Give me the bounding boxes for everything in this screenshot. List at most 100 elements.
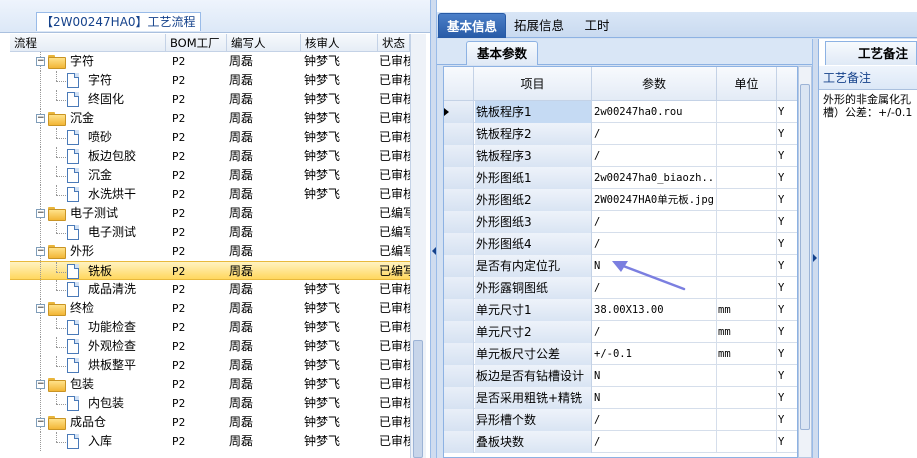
- param-flag-cell[interactable]: Y: [777, 167, 797, 189]
- col-header-status[interactable]: 状态: [378, 34, 410, 52]
- row-indicator[interactable]: [444, 255, 474, 277]
- row-indicator[interactable]: [444, 145, 474, 167]
- param-row[interactable]: 单元尺寸2/mm Y: [444, 321, 797, 343]
- param-flag-cell[interactable]: Y: [777, 233, 797, 255]
- tree-step-row[interactable]: 烘板整平 P2 周磊 钟梦飞 已审核: [10, 356, 410, 375]
- param-flag-cell[interactable]: Y: [777, 123, 797, 145]
- collapse-toggle-icon[interactable]: −: [36, 57, 45, 66]
- tree-step-row[interactable]: 字符 P2 周磊 钟梦飞 已审核: [10, 71, 410, 90]
- tree-step-row[interactable]: 水洗烘干 P2 周磊 钟梦飞 已审核: [10, 185, 410, 204]
- row-indicator[interactable]: [444, 233, 474, 255]
- param-unit-cell[interactable]: [717, 387, 777, 409]
- tree-step-row[interactable]: 板边包胶 P2 周磊 钟梦飞 已审核: [10, 147, 410, 166]
- param-value-cell[interactable]: /: [592, 409, 717, 431]
- param-row[interactable]: 外形图纸3/ Y: [444, 211, 797, 233]
- col-header-bom-factory[interactable]: BOM工厂: [166, 34, 227, 52]
- row-indicator[interactable]: [444, 189, 474, 211]
- row-indicator[interactable]: [444, 409, 474, 431]
- param-flag-cell[interactable]: Y: [777, 277, 797, 299]
- param-row[interactable]: 外形图纸2 2W00247HA0单元板.jpg Y: [444, 189, 797, 211]
- param-row[interactable]: 单元板尺寸公差 +/-0.1 mm Y: [444, 343, 797, 365]
- row-indicator[interactable]: [444, 123, 474, 145]
- tree-group-row[interactable]: − 电子测试 P2 周磊 已编写: [10, 204, 410, 223]
- row-indicator[interactable]: [444, 387, 474, 409]
- param-value-cell[interactable]: /: [592, 145, 717, 167]
- param-row[interactable]: 是否采用粗铣+精铣 N Y: [444, 387, 797, 409]
- param-row[interactable]: 单元尺寸1 38.00X13.00 mm Y: [444, 299, 797, 321]
- collapse-toggle-icon[interactable]: −: [36, 114, 45, 123]
- row-indicator[interactable]: [444, 431, 474, 453]
- param-unit-cell[interactable]: mm: [717, 343, 777, 365]
- tree-group-row[interactable]: − 外形 P2 周磊 已编写: [10, 242, 410, 261]
- param-col-header-flag[interactable]: [777, 67, 797, 101]
- row-indicator[interactable]: [444, 101, 474, 123]
- param-flag-cell[interactable]: Y: [777, 409, 797, 431]
- collapse-toggle-icon[interactable]: −: [36, 418, 45, 427]
- param-unit-cell[interactable]: [717, 409, 777, 431]
- param-row[interactable]: 铣板程序1 2w00247ha0.rou Y: [444, 101, 797, 123]
- param-flag-cell[interactable]: Y: [777, 321, 797, 343]
- collapse-toggle-icon[interactable]: −: [36, 304, 45, 313]
- param-flag-cell[interactable]: Y: [777, 189, 797, 211]
- param-unit-cell[interactable]: [717, 211, 777, 233]
- param-unit-cell[interactable]: [717, 145, 777, 167]
- param-col-header-param[interactable]: 参数: [592, 67, 717, 101]
- param-unit-cell[interactable]: [717, 123, 777, 145]
- col-header-process[interactable]: 流程: [10, 34, 166, 52]
- param-scrollbar-thumb[interactable]: [800, 84, 810, 430]
- process-notes-tab[interactable]: 工艺备注: [825, 41, 917, 65]
- param-flag-cell[interactable]: Y: [777, 387, 797, 409]
- collapse-toggle-icon[interactable]: −: [36, 380, 45, 389]
- param-value-cell[interactable]: 2W00247HA0单元板.jpg: [592, 189, 717, 211]
- param-value-cell[interactable]: 2w00247ha0.rou: [592, 101, 717, 123]
- param-row[interactable]: 叠板块数 / Y: [444, 431, 797, 453]
- row-indicator[interactable]: [444, 321, 474, 343]
- tab-work-hours[interactable]: 工时: [576, 13, 618, 38]
- param-unit-cell[interactable]: mm: [717, 321, 777, 343]
- param-unit-cell[interactable]: [717, 189, 777, 211]
- param-unit-cell[interactable]: [717, 101, 777, 123]
- param-value-cell[interactable]: /: [592, 123, 717, 145]
- tree-step-row[interactable]: 功能检查 P2 周磊 钟梦飞 已审核: [10, 318, 410, 337]
- param-col-header-item[interactable]: 项目: [474, 67, 592, 101]
- param-flag-cell[interactable]: Y: [777, 431, 797, 453]
- param-unit-cell[interactable]: mm: [717, 299, 777, 321]
- param-flag-cell[interactable]: Y: [777, 343, 797, 365]
- collapse-left-arrow-icon[interactable]: [432, 247, 436, 255]
- row-indicator[interactable]: [444, 343, 474, 365]
- row-indicator[interactable]: [444, 211, 474, 233]
- param-flag-cell[interactable]: Y: [777, 211, 797, 233]
- row-indicator[interactable]: [444, 365, 474, 387]
- tree-group-row[interactable]: − 成品仓 P2 周磊 钟梦飞 已审核: [10, 413, 410, 432]
- param-flag-cell[interactable]: Y: [777, 255, 797, 277]
- param-value-cell[interactable]: /: [592, 211, 717, 233]
- param-unit-cell[interactable]: [717, 365, 777, 387]
- param-value-cell[interactable]: /: [592, 321, 717, 343]
- param-value-cell[interactable]: N: [592, 387, 717, 409]
- param-flag-cell[interactable]: Y: [777, 299, 797, 321]
- param-unit-cell[interactable]: [717, 277, 777, 299]
- process-notes-text[interactable]: 外形的非金属化孔 槽）公差：+/-0.1: [823, 93, 917, 119]
- collapse-toggle-icon[interactable]: −: [36, 247, 45, 256]
- tree-step-row[interactable]: 沉金 P2 周磊 钟梦飞 已审核: [10, 166, 410, 185]
- tree-scrollbar-thumb[interactable]: [413, 340, 423, 458]
- row-indicator[interactable]: [444, 299, 474, 321]
- tree-step-row[interactable]: 成品清洗 P2 周磊 钟梦飞 已审核: [10, 280, 410, 299]
- param-value-cell[interactable]: /: [592, 431, 717, 453]
- collapse-notes-arrow-icon[interactable]: [813, 254, 817, 262]
- panel-splitter[interactable]: [430, 0, 437, 458]
- col-header-author[interactable]: 编写人: [227, 34, 301, 52]
- param-flag-cell[interactable]: Y: [777, 145, 797, 167]
- col-header-reviewer[interactable]: 核审人: [301, 34, 378, 52]
- tree-group-row[interactable]: − 字符 P2 周磊 钟梦飞 已审核: [10, 52, 410, 71]
- param-flag-cell[interactable]: Y: [777, 101, 797, 123]
- param-row[interactable]: 铣板程序2/ Y: [444, 123, 797, 145]
- param-value-cell[interactable]: N: [592, 365, 717, 387]
- param-row[interactable]: 板边是否有钻槽设计 N Y: [444, 365, 797, 387]
- tree-step-row[interactable]: 终固化 P2 周磊 钟梦飞 已审核: [10, 90, 410, 109]
- param-row[interactable]: 外形图纸1 2w00247ha0_biaozh... Y: [444, 167, 797, 189]
- param-unit-cell[interactable]: [717, 233, 777, 255]
- param-unit-cell[interactable]: [717, 255, 777, 277]
- tree-step-row[interactable]: 入库 P2 周磊 钟梦飞 已审核: [10, 432, 410, 451]
- collapse-toggle-icon[interactable]: −: [36, 209, 45, 218]
